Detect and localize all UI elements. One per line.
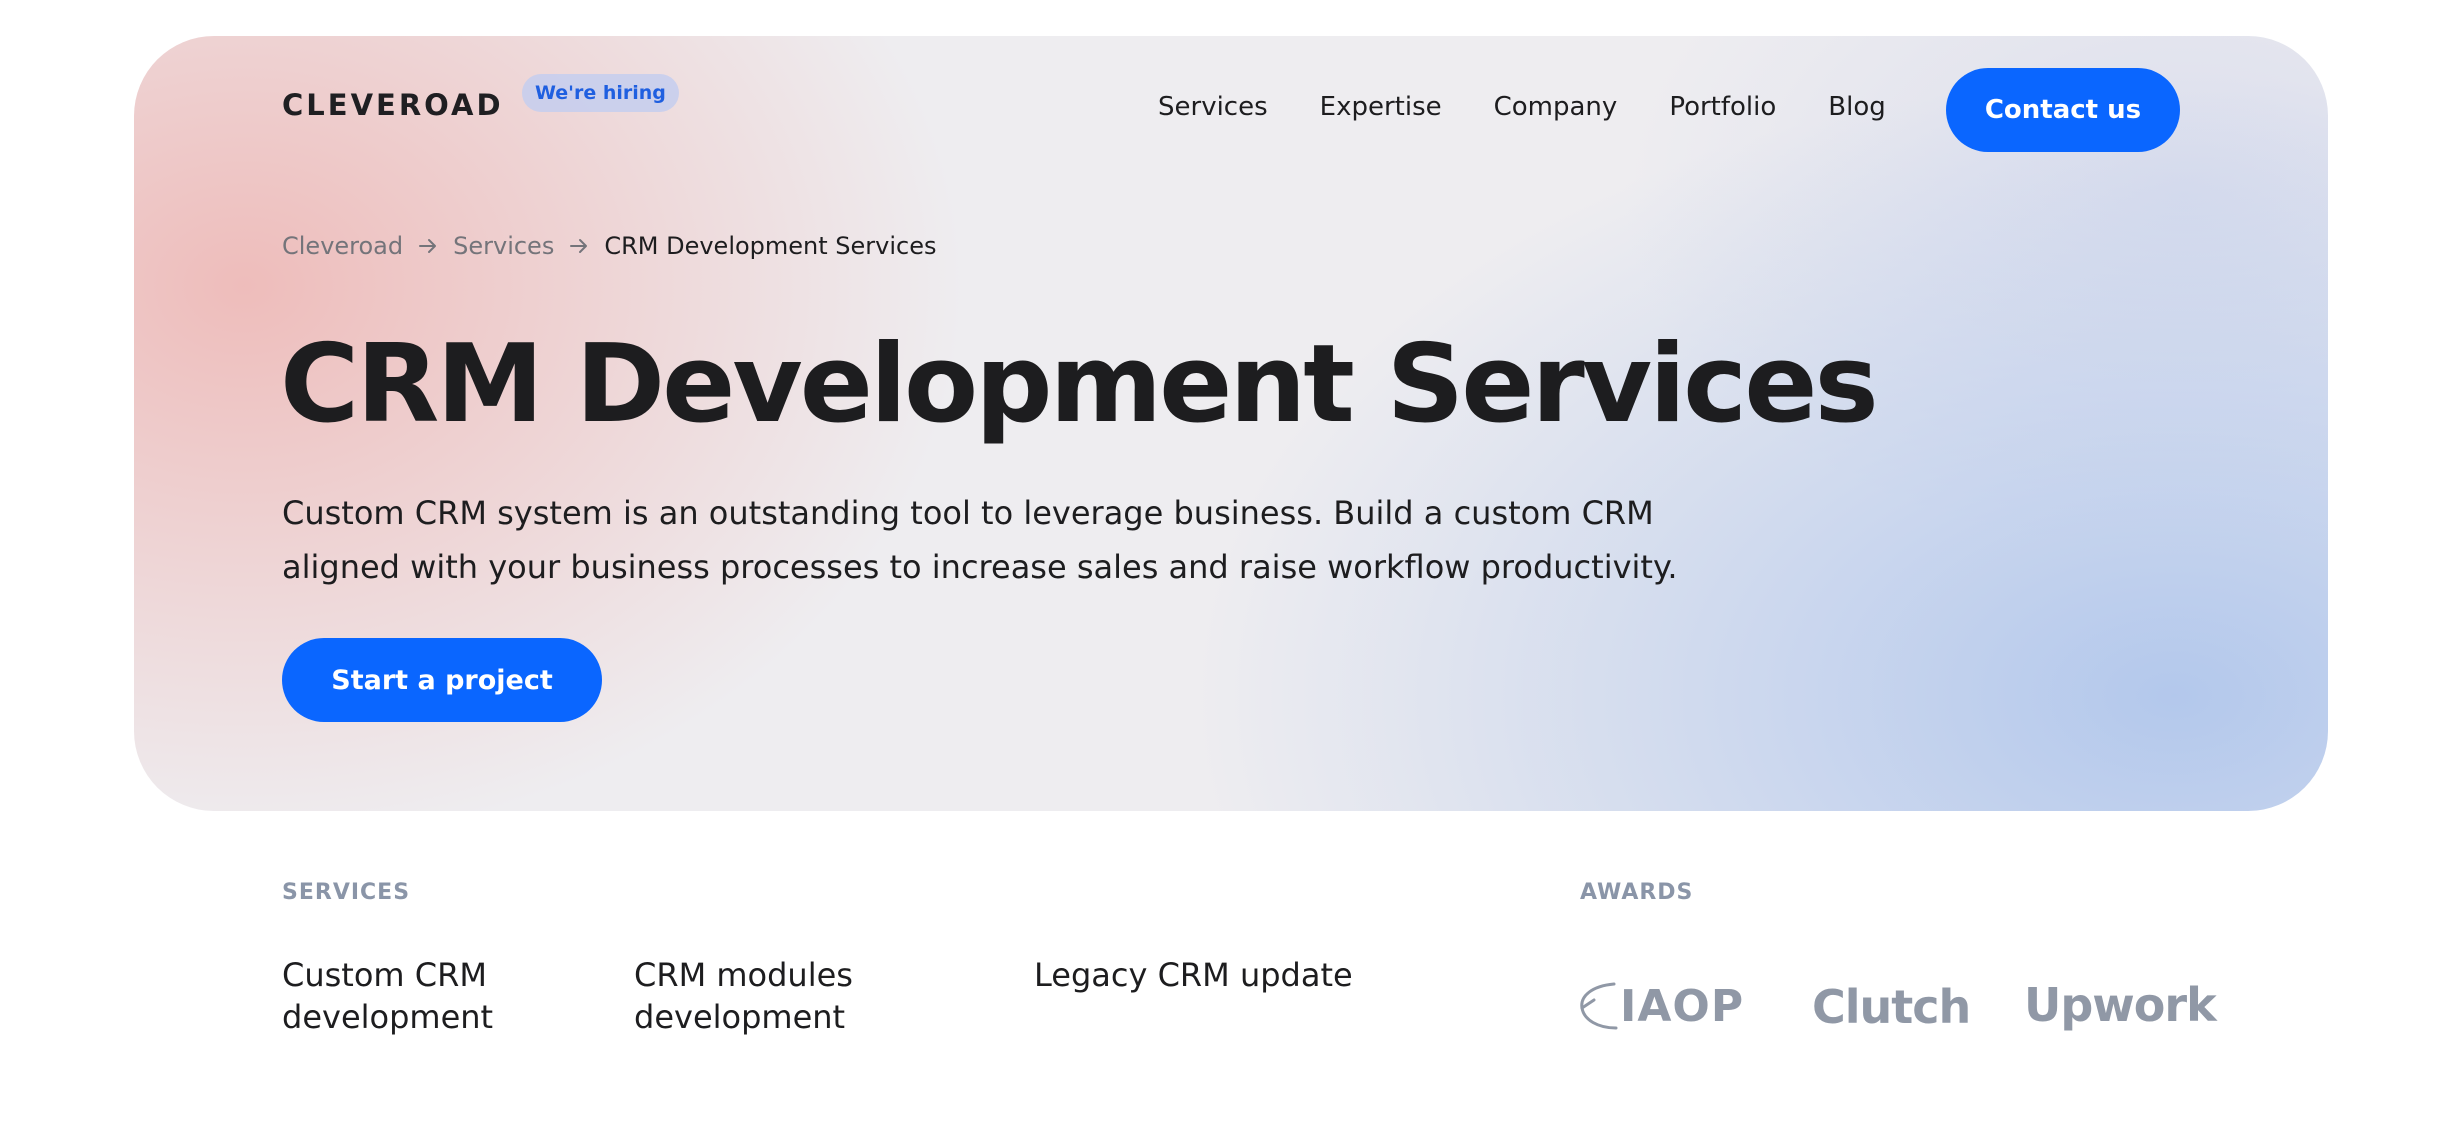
main-nav: Services Expertise Company Portfolio Blo… <box>1158 92 1886 122</box>
start-project-button[interactable]: Start a project <box>282 638 602 722</box>
nav-item-company[interactable]: Company <box>1494 92 1618 122</box>
cleveroad-logo[interactable]: CLEVEROAD <box>282 88 504 122</box>
breadcrumb-services[interactable]: Services <box>453 232 554 260</box>
service-custom-crm[interactable]: Custom CRM development <box>282 954 602 1038</box>
iaop-swoosh-icon <box>1580 982 1618 1030</box>
nav-item-portfolio[interactable]: Portfolio <box>1669 92 1776 122</box>
service-crm-modules[interactable]: CRM modules development <box>634 954 954 1038</box>
clutch-logo: Clutch <box>1812 980 1971 1034</box>
services-label: SERVICES <box>282 880 411 905</box>
page-title: CRM Development Services <box>280 322 1879 447</box>
hero-subtitle: Custom CRM system is an outstanding tool… <box>282 494 1678 586</box>
iaop-logo: IAOP <box>1578 980 1744 1032</box>
breadcrumb-cleveroad[interactable]: Cleveroad <box>282 232 403 260</box>
nav-item-services[interactable]: Services <box>1158 92 1268 122</box>
nav-item-blog[interactable]: Blog <box>1828 92 1885 122</box>
breadcrumb: Cleveroad Services CRM Development Servi… <box>282 232 937 260</box>
arrow-right-icon <box>417 235 439 257</box>
iaop-logo-text: IAOP <box>1620 980 1745 1032</box>
contact-us-button[interactable]: Contact us <box>1946 68 2180 152</box>
awards-label: AWARDS <box>1580 880 1694 905</box>
hiring-badge[interactable]: We're hiring <box>522 74 679 112</box>
hero-section: CLEVEROAD We're hiring Services Expertis… <box>134 36 2328 811</box>
nav-item-expertise[interactable]: Expertise <box>1320 92 1442 122</box>
breadcrumb-current: CRM Development Services <box>604 232 937 260</box>
upwork-logo: Upwork <box>2024 978 2217 1032</box>
arrow-right-icon <box>568 235 590 257</box>
service-legacy-crm[interactable]: Legacy CRM update <box>1034 954 1354 996</box>
